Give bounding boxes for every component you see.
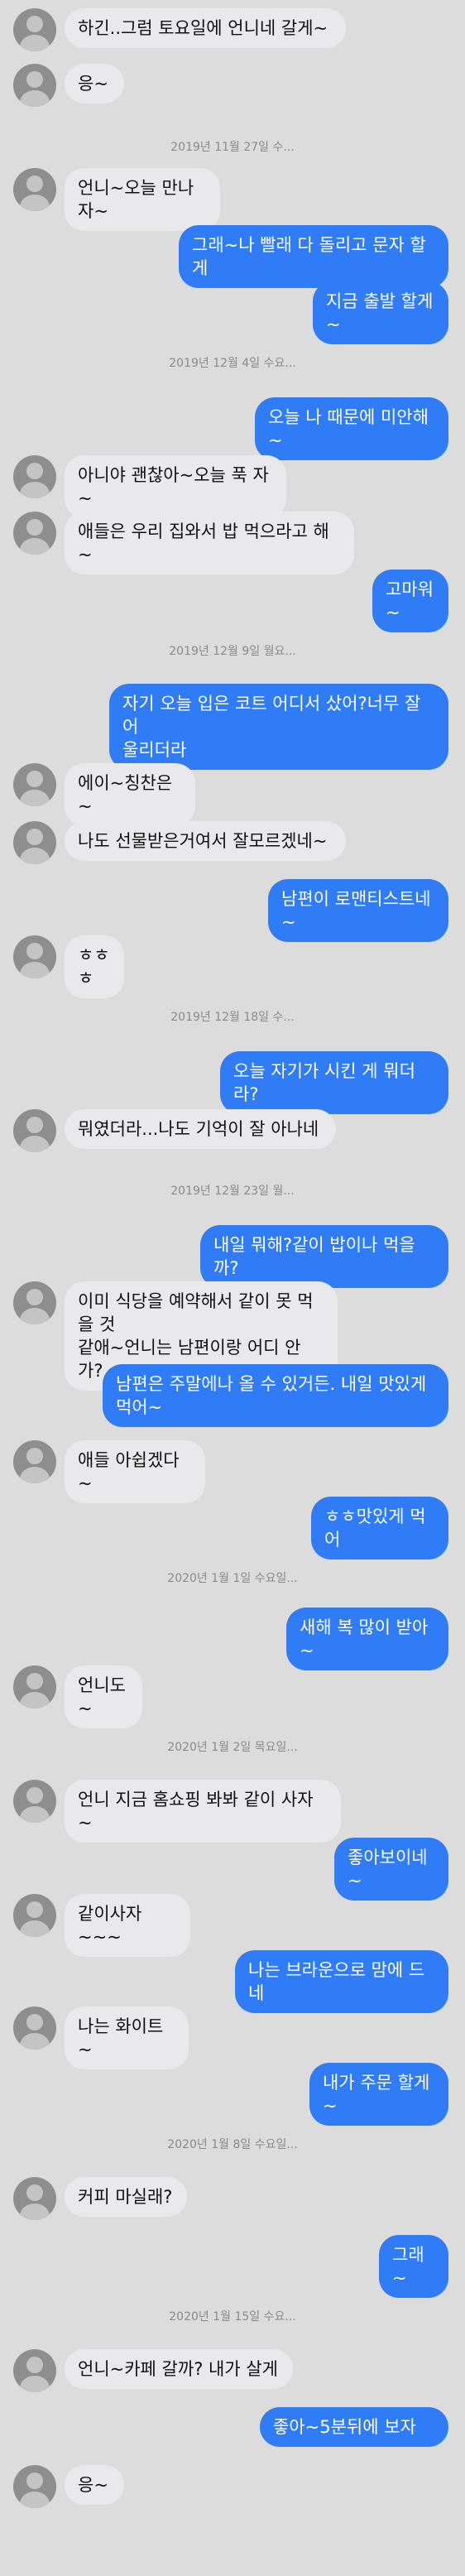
message-bubble[interactable]: 고마워~ — [372, 570, 448, 632]
avatar-head — [26, 1117, 43, 1133]
message-bubble[interactable]: 애들 아쉽겠다~ — [65, 1440, 205, 1503]
avatar-head — [26, 175, 43, 192]
message-bubble[interactable]: 언니 지금 홈쇼핑 봐봐 같이 사자~ — [65, 1780, 341, 1843]
avatar-body — [20, 195, 50, 211]
message-bubble[interactable]: 언니도~ — [65, 1665, 142, 1728]
date-separator: 2020년 1월 2일 목요일... — [167, 1741, 298, 1754]
avatar-icon[interactable] — [13, 1665, 56, 1709]
message-bubble[interactable]: 응~ — [65, 64, 124, 103]
message-bubble[interactable]: 같이사자~~~ — [65, 1894, 190, 1957]
avatar-body — [20, 2204, 50, 2220]
avatar-head — [26, 2357, 43, 2373]
avatar-icon[interactable] — [13, 1780, 56, 1823]
avatar-body — [20, 848, 50, 864]
avatar-head — [26, 771, 43, 787]
date-separator: 2019년 12월 18일 수... — [170, 1011, 295, 1024]
avatar-icon[interactable] — [13, 168, 56, 211]
avatar-body — [20, 790, 50, 806]
message-bubble[interactable]: 에이~칭찬은~ — [65, 763, 195, 826]
message-bubble[interactable]: 그래~ — [379, 2235, 448, 2298]
avatar-head — [26, 463, 43, 479]
avatar-body — [20, 2492, 50, 2508]
avatar-body — [20, 1806, 50, 1823]
avatar-icon[interactable] — [13, 2006, 56, 2050]
avatar-body — [20, 482, 50, 498]
message-bubble[interactable]: 응~ — [65, 2465, 124, 2505]
message-bubble[interactable]: 나도 선물받은거여서 잘모르겠네~ — [65, 821, 346, 861]
avatar-icon[interactable] — [13, 2349, 56, 2392]
avatar-body — [20, 538, 50, 555]
avatar-body — [20, 1136, 50, 1152]
avatar-body — [20, 35, 50, 51]
avatar-icon[interactable] — [13, 512, 56, 555]
avatar-body — [20, 2033, 50, 2050]
avatar-head — [26, 71, 43, 88]
avatar-icon[interactable] — [13, 2465, 56, 2508]
avatar-head — [26, 1673, 43, 1689]
message-bubble[interactable]: 커피 마실래? — [65, 2177, 187, 2217]
date-separator: 2019년 12월 23일 월... — [170, 1185, 295, 1198]
message-bubble[interactable]: 오늘 나 때문에 미안해~ — [255, 397, 448, 460]
avatar-body — [20, 1308, 50, 1324]
avatar-icon[interactable] — [13, 1109, 56, 1152]
avatar-head — [26, 1289, 43, 1305]
avatar-head — [26, 16, 43, 32]
avatar-body — [20, 2376, 50, 2392]
avatar-icon[interactable] — [13, 1894, 56, 1937]
avatar-body — [20, 1692, 50, 1709]
avatar-icon[interactable] — [13, 2177, 56, 2220]
avatar-icon[interactable] — [13, 8, 56, 51]
avatar-icon[interactable] — [13, 763, 56, 806]
message-bubble[interactable]: 뭐였더라...나도 기억이 잘 아나네 — [65, 1109, 336, 1149]
message-bubble[interactable]: ㅎㅎㅎ — [65, 935, 124, 998]
message-bubble[interactable]: 그래~나 빨래 다 돌리고 문자 할게 — [179, 225, 448, 288]
date-separator: 2020년 1월 1일 수요일... — [167, 1572, 298, 1585]
avatar-icon[interactable] — [13, 64, 56, 107]
message-bubble[interactable]: 하긴..그럼 토요일에 언니네 갈게~ — [65, 8, 346, 48]
message-bubble[interactable]: 새해 복 많이 받아~ — [286, 1608, 448, 1670]
avatar-icon[interactable] — [13, 455, 56, 498]
message-bubble[interactable]: ㅎㅎ맛있게 먹어 — [311, 1497, 448, 1560]
message-bubble[interactable]: 언니~오늘 만나자~ — [65, 168, 220, 231]
message-bubble[interactable]: 내가 주문 할게~ — [309, 2063, 448, 2126]
date-separator: 2019년 12월 4일 수요... — [169, 357, 296, 370]
chat-thread[interactable]: 하긴..그럼 토요일에 언니네 갈게~ 응~ 2019년 11월 27일 수... 언… — [0, 0, 465, 2576]
avatar-icon[interactable] — [13, 1440, 56, 1483]
message-bubble[interactable]: 자기 오늘 입은 코트 어디서 샀어?너무 잘어 울리더라 — [109, 684, 448, 770]
message-bubble[interactable]: 오늘 자기가 시킨 게 뭐더라? — [220, 1051, 448, 1114]
message-bubble[interactable]: 지금 출발 할게~ — [313, 281, 448, 344]
message-bubble[interactable]: 좋아보이네~ — [334, 1838, 448, 1901]
date-separator: 2019년 12월 9일 월요... — [169, 645, 296, 658]
avatar-head — [26, 2014, 43, 2031]
avatar-head — [26, 519, 43, 536]
date-separator: 2020년 1월 15일 수요... — [169, 2310, 296, 2324]
avatar-body — [20, 1920, 50, 1937]
avatar-head — [26, 943, 43, 959]
avatar-icon[interactable] — [13, 1281, 56, 1324]
avatar-body — [20, 962, 50, 978]
avatar-head — [26, 2473, 43, 2489]
message-bubble[interactable]: 아니야 괜찮아~오늘 푹 자~ — [65, 455, 286, 518]
message-bubble[interactable]: 나는 브라운으로 맘에 드네 — [235, 1950, 448, 2013]
message-bubble[interactable]: 나는 화이트~ — [65, 2006, 189, 2069]
message-bubble[interactable]: 내일 뭐해?같이 밥이나 먹을까? — [200, 1225, 448, 1288]
message-bubble[interactable]: 남편이 로맨티스트네~ — [268, 879, 448, 942]
avatar-body — [20, 1467, 50, 1483]
avatar-icon[interactable] — [13, 935, 56, 978]
avatar-head — [26, 1901, 43, 1918]
avatar-head — [26, 2184, 43, 2201]
avatar-head — [26, 1448, 43, 1464]
date-separator: 2019년 11월 27일 수... — [170, 141, 295, 154]
message-bubble[interactable]: 남편은 주말에나 올 수 있거든. 내일 맛있게 먹어~ — [103, 1364, 448, 1427]
date-separator: 2020년 1월 8일 수요일... — [167, 2138, 298, 2151]
avatar-icon[interactable] — [13, 821, 56, 864]
avatar-body — [20, 90, 50, 107]
message-bubble[interactable]: 언니~카페 갈까? 내가 살게 — [65, 2349, 293, 2389]
message-bubble[interactable]: 좋아~5분뒤에 보자 — [260, 2407, 448, 2447]
message-bubble[interactable]: 애들은 우리 집와서 밥 먹으라고 해~ — [65, 512, 354, 574]
avatar-head — [26, 829, 43, 845]
avatar-head — [26, 1787, 43, 1804]
